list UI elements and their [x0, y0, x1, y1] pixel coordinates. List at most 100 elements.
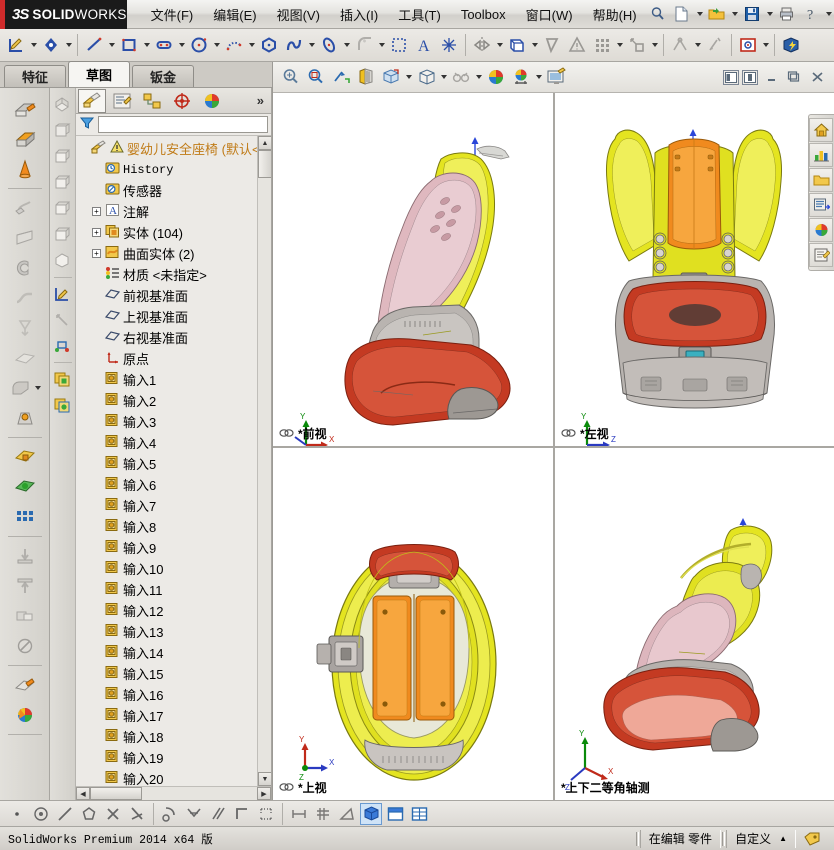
tangent-icon[interactable] [183, 803, 205, 825]
revolved-boss-icon[interactable] [3, 154, 47, 184]
tree-node-sensors[interactable]: 传感器 [76, 180, 257, 201]
menu-file[interactable]: 文件(F) [141, 1, 204, 28]
tree-node-input-12[interactable]: 输入12 [76, 600, 257, 621]
angle-relation-icon[interactable] [126, 803, 148, 825]
tree-node-input-14[interactable]: 输入14 [76, 642, 257, 663]
tab-sheetmetal[interactable]: 钣金 [132, 65, 194, 87]
notes-icon[interactable] [809, 243, 833, 267]
convert-entities-icon[interactable] [540, 32, 564, 58]
ellipse-dropdown-icon[interactable] [342, 32, 351, 58]
zoom-to-fit-icon[interactable] [279, 64, 303, 90]
rapid-sketch-dropdown-icon[interactable] [761, 32, 770, 58]
swept-cut-icon[interactable] [3, 283, 47, 313]
shell-icon[interactable] [3, 571, 47, 601]
tree-node-input-9[interactable]: 输入9 [76, 537, 257, 558]
view-orientation-icon[interactable] [379, 64, 403, 90]
edit-sketch-icon[interactable] [50, 281, 74, 307]
tab-sketch[interactable]: 草图 [68, 61, 130, 87]
tree-node-input-20[interactable]: 输入20 [76, 768, 257, 786]
search-icon[interactable] [647, 3, 669, 25]
help-dropdown-icon[interactable] [824, 1, 833, 27]
display-style-dropdown-icon[interactable] [439, 64, 448, 90]
polygon-icon[interactable] [257, 32, 281, 58]
spline-icon[interactable] [282, 32, 306, 58]
menu-view[interactable]: 视图(V) [267, 1, 330, 28]
extruded-boss-icon[interactable] [3, 94, 47, 124]
body-icon[interactable] [50, 366, 74, 392]
corner-icon[interactable] [231, 803, 253, 825]
quick-snaps-icon[interactable] [703, 32, 727, 58]
tree-node-front-plane[interactable]: 前视基准面 [76, 285, 257, 306]
menu-insert[interactable]: 插入(I) [330, 1, 388, 28]
circle-icon[interactable] [187, 32, 211, 58]
help-icon[interactable]: ? [800, 3, 822, 25]
tree-node-input-16[interactable]: 输入16 [76, 684, 257, 705]
repair-sketch-icon[interactable] [668, 32, 692, 58]
section-view-icon[interactable] [354, 64, 378, 90]
curves-icon[interactable] [3, 472, 47, 502]
scroll-right-arrow[interactable]: ▶ [257, 787, 271, 800]
viewport-minimize-icon[interactable] [761, 68, 781, 86]
mirror-dropdown-icon[interactable] [495, 32, 504, 58]
appearance-rail-icon[interactable] [3, 700, 47, 730]
wrap-icon[interactable] [3, 601, 47, 631]
scene-dropdown-icon[interactable] [534, 64, 543, 90]
pattern-feature-icon[interactable] [3, 502, 47, 532]
fillet-feature-icon[interactable] [3, 373, 47, 403]
save-dropdown-icon[interactable] [765, 1, 774, 27]
tree-node-surface-bodies[interactable]: + 曲面实体 (2) [76, 243, 257, 264]
scroll-thumb-horizontal[interactable] [90, 787, 142, 800]
move-dropdown-icon[interactable] [650, 32, 659, 58]
filter-input[interactable] [98, 116, 268, 133]
shaded-icon[interactable] [360, 802, 382, 825]
tree-node-history[interactable]: History [76, 159, 257, 180]
lofted-boss-icon[interactable] [3, 223, 47, 253]
lofted-cut-icon[interactable] [3, 313, 47, 343]
tree-node-material[interactable]: 材质 <未指定> [76, 264, 257, 285]
viewport-front[interactable]: X Y *前视 [273, 93, 553, 446]
linear-pattern-icon[interactable] [590, 32, 614, 58]
arc-icon[interactable] [222, 32, 246, 58]
tree-node-input-6[interactable]: 输入6 [76, 474, 257, 495]
hide-show-items-icon[interactable] [449, 64, 473, 90]
tag-icon[interactable] [796, 830, 828, 848]
viewport-restore-icon[interactable] [784, 68, 804, 86]
line-dropdown-icon[interactable] [107, 32, 116, 58]
folder-icon[interactable] [809, 168, 833, 192]
offset-entities-icon[interactable] [505, 32, 529, 58]
tree-node-input-15[interactable]: 输入15 [76, 663, 257, 684]
instant3d-rail-icon[interactable] [3, 670, 47, 700]
rapid-sketch-icon[interactable] [736, 32, 760, 58]
fillet-dropdown-icon[interactable] [377, 32, 386, 58]
new-document-dropdown-icon[interactable] [695, 1, 704, 27]
spline-dropdown-icon[interactable] [307, 32, 316, 58]
fillet-icon[interactable] [352, 32, 376, 58]
back-view-icon[interactable] [50, 196, 74, 222]
sketch-pencil-icon[interactable] [4, 32, 28, 58]
open-folder-icon[interactable] [706, 3, 728, 25]
display-style-icon[interactable] [414, 64, 438, 90]
rib-icon[interactable] [3, 541, 47, 571]
point-icon[interactable] [437, 32, 461, 58]
repair-dropdown-icon[interactable] [693, 32, 702, 58]
tab-configuration-manager[interactable] [138, 89, 166, 113]
two-view-vertical-icon[interactable] [742, 69, 758, 85]
point-relation-icon[interactable] [30, 803, 52, 825]
viewport-top[interactable]: X Y Z *上视 [273, 448, 553, 800]
save-icon[interactable] [741, 3, 763, 25]
menu-toolbox[interactable]: Toolbox [451, 3, 516, 26]
select-icon[interactable] [6, 803, 28, 825]
bottom-view-icon[interactable] [50, 222, 74, 248]
viewport-left[interactable]: Z Y *左视 [555, 93, 834, 446]
tree-node-input-1[interactable]: 输入1 [76, 369, 257, 390]
menu-window[interactable]: 窗口(W) [516, 1, 583, 28]
viewport-dimetric[interactable]: X Y Z *上下二等角轴测 [555, 448, 834, 800]
section-view-rail-icon[interactable] [50, 248, 74, 274]
tab-feature-manager[interactable] [78, 88, 106, 113]
rectangle-dropdown-icon[interactable] [142, 32, 151, 58]
relation-rail-icon[interactable] [50, 333, 74, 359]
parallel-icon[interactable] [207, 803, 229, 825]
tab-features[interactable]: 特征 [4, 65, 66, 87]
front-view-icon[interactable] [50, 118, 74, 144]
pattern-relation-icon[interactable] [255, 803, 277, 825]
